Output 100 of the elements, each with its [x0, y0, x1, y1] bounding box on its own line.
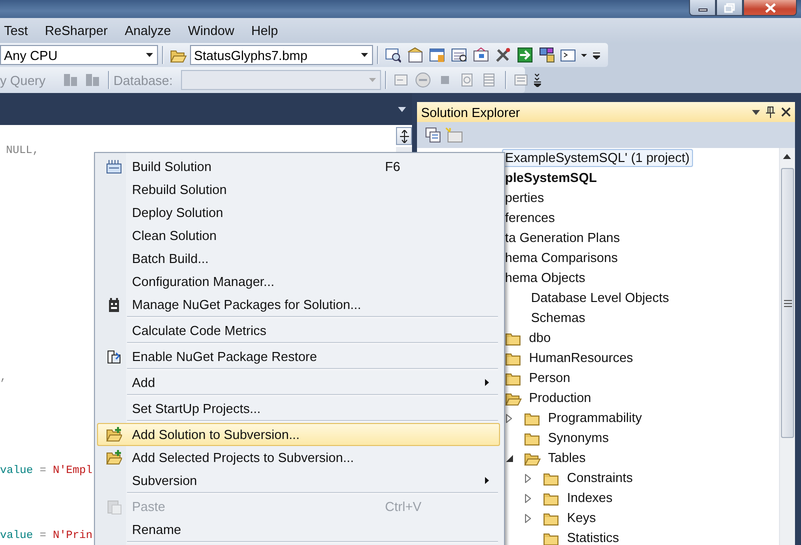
- tree-item[interactable]: ta Generation Plans: [502, 229, 623, 247]
- folder-icon: [505, 370, 522, 386]
- file-dropdown[interactable]: StatusGlyphs7.bmp: [190, 45, 373, 65]
- menu-item[interactable]: ReSharper: [40, 23, 115, 38]
- tree-item[interactable]: Statistics: [564, 529, 622, 545]
- menu-item[interactable]: Configuration Manager...: [97, 270, 500, 293]
- folder-icon: [543, 510, 560, 526]
- tree-item[interactable]: Production: [526, 389, 594, 407]
- menu-item[interactable]: Rename: [97, 518, 500, 541]
- properties-button[interactable]: [405, 45, 425, 65]
- tree-item[interactable]: Indexes: [564, 489, 616, 507]
- close-button[interactable]: [781, 107, 791, 117]
- servers-icon: [62, 72, 78, 88]
- split-icon: [400, 130, 408, 142]
- tree-item[interactable]: hema Objects: [502, 269, 588, 287]
- tree-item[interactable]: dbo: [526, 329, 554, 347]
- class-view-button[interactable]: [537, 45, 557, 65]
- panel-menu-button[interactable]: [752, 110, 760, 114]
- code-line: NULL,: [6, 144, 40, 159]
- paste-icon: [106, 498, 122, 514]
- expand-arrow-icon[interactable]: [506, 414, 512, 422]
- properties-icon: [425, 127, 441, 143]
- pin-button[interactable]: [766, 106, 775, 118]
- tree-item[interactable]: Keys: [564, 509, 599, 527]
- menu-item[interactable]: Add Solution to Subversion...: [97, 423, 500, 446]
- menu-item[interactable]: Analyze: [120, 23, 178, 38]
- tree-item[interactable]: hema Comparisons: [502, 249, 621, 267]
- menu-item[interactable]: Subversion: [97, 469, 500, 492]
- dropdown-arrow-icon: [361, 53, 368, 57]
- menu-item[interactable]: Help: [247, 23, 285, 38]
- folder-icon: [505, 350, 522, 366]
- overflow-icon: [534, 73, 542, 87]
- menu-item[interactable]: Add: [97, 371, 500, 394]
- code-line: value = N'Prin: [0, 529, 92, 544]
- new-folder-icon: [445, 127, 463, 143]
- object-browser-icon: [451, 47, 467, 63]
- close-button[interactable]: [743, 0, 797, 16]
- expand-arrow-icon[interactable]: [525, 514, 531, 522]
- folder-icon: [543, 490, 560, 506]
- menu-item[interactable]: Set StartUp Projects...: [97, 397, 500, 420]
- menu-item[interactable]: Deploy Solution: [97, 201, 500, 224]
- query-icon: [392, 72, 409, 88]
- find-icon: [385, 47, 401, 63]
- menu-item[interactable]: Rebuild Solution: [97, 178, 500, 201]
- tree-item[interactable]: Tables: [545, 449, 589, 467]
- overflow-icon: [592, 50, 600, 60]
- arrow-button[interactable]: [515, 45, 535, 65]
- folder-icon: [543, 470, 560, 486]
- tree-item[interactable]: Programmability: [545, 409, 645, 427]
- restore-button[interactable]: [716, 0, 743, 16]
- sql-icon: [414, 72, 431, 88]
- grid-icon: [480, 72, 497, 88]
- dropdown-arrow-icon: [146, 53, 153, 57]
- menu-item[interactable]: Calculate Code Metrics: [97, 319, 500, 342]
- restore-icon: [724, 2, 735, 12]
- code-line: ,: [0, 371, 7, 386]
- menu-item[interactable]: Test: [0, 23, 35, 38]
- tree-item[interactable]: Schemas: [528, 309, 588, 327]
- tree-item[interactable]: perties: [502, 189, 548, 207]
- expand-arrow-icon[interactable]: [525, 494, 531, 502]
- add-folder-icon: [106, 450, 122, 466]
- platform-dropdown[interactable]: Any CPU: [0, 45, 158, 65]
- panel-title: Solution Explorer: [421, 104, 521, 120]
- grip-icon: [784, 300, 792, 306]
- tree-item[interactable]: Constraints: [564, 469, 636, 487]
- open-folder-icon: [505, 390, 522, 406]
- dropdown-arrow-icon: [752, 110, 760, 114]
- window-icon: [429, 47, 445, 63]
- tree-item[interactable]: Synonyms: [545, 429, 612, 447]
- tree-item[interactable]: pleSystemSQL: [502, 169, 600, 187]
- expand-arrow-icon[interactable]: [525, 474, 531, 482]
- package-icon: [106, 296, 122, 312]
- menu-item[interactable]: Clean Solution: [97, 224, 500, 247]
- add-folder-icon: [106, 426, 122, 442]
- tree-item[interactable]: ferences: [502, 209, 558, 227]
- menu-item[interactable]: Add Selected Projects to Subversion...: [97, 446, 500, 469]
- collapse-arrow-icon[interactable]: [506, 454, 513, 462]
- tree-item[interactable]: Person: [526, 369, 574, 387]
- open-folder-icon: [524, 450, 541, 466]
- properties-button[interactable]: [425, 127, 441, 143]
- split-button[interactable]: [396, 127, 412, 145]
- scroll-up-icon: [783, 154, 791, 159]
- menu-item[interactable]: Window: [184, 23, 242, 38]
- vertical-scrollbar[interactable]: [779, 148, 795, 545]
- menu-item[interactable]: Manage NuGet Packages for Solution...: [97, 293, 500, 316]
- properties-icon: [407, 47, 423, 63]
- dropdown-arrow-icon: [398, 106, 406, 112]
- minimize-button[interactable]: [689, 0, 716, 16]
- scroll-thumb[interactable]: [781, 168, 794, 438]
- text-icon: [512, 72, 529, 88]
- dropdown-arrow-icon: [368, 78, 376, 82]
- database-label: Database:: [114, 72, 173, 88]
- tree-item[interactable]: ExampleSystemSQL' (1 project): [502, 149, 693, 167]
- tree-item[interactable]: Database Level Objects: [528, 289, 672, 307]
- tree-item[interactable]: HumanResources: [526, 349, 636, 367]
- command-window-caret-icon: [560, 47, 588, 63]
- menu-item[interactable]: Batch Build...: [97, 247, 500, 270]
- menu-item[interactable]: Build Solution F6: [97, 155, 500, 178]
- code-line: value = N'Empl: [0, 464, 92, 479]
- menu-item[interactable]: Enable NuGet Package Restore: [97, 345, 500, 368]
